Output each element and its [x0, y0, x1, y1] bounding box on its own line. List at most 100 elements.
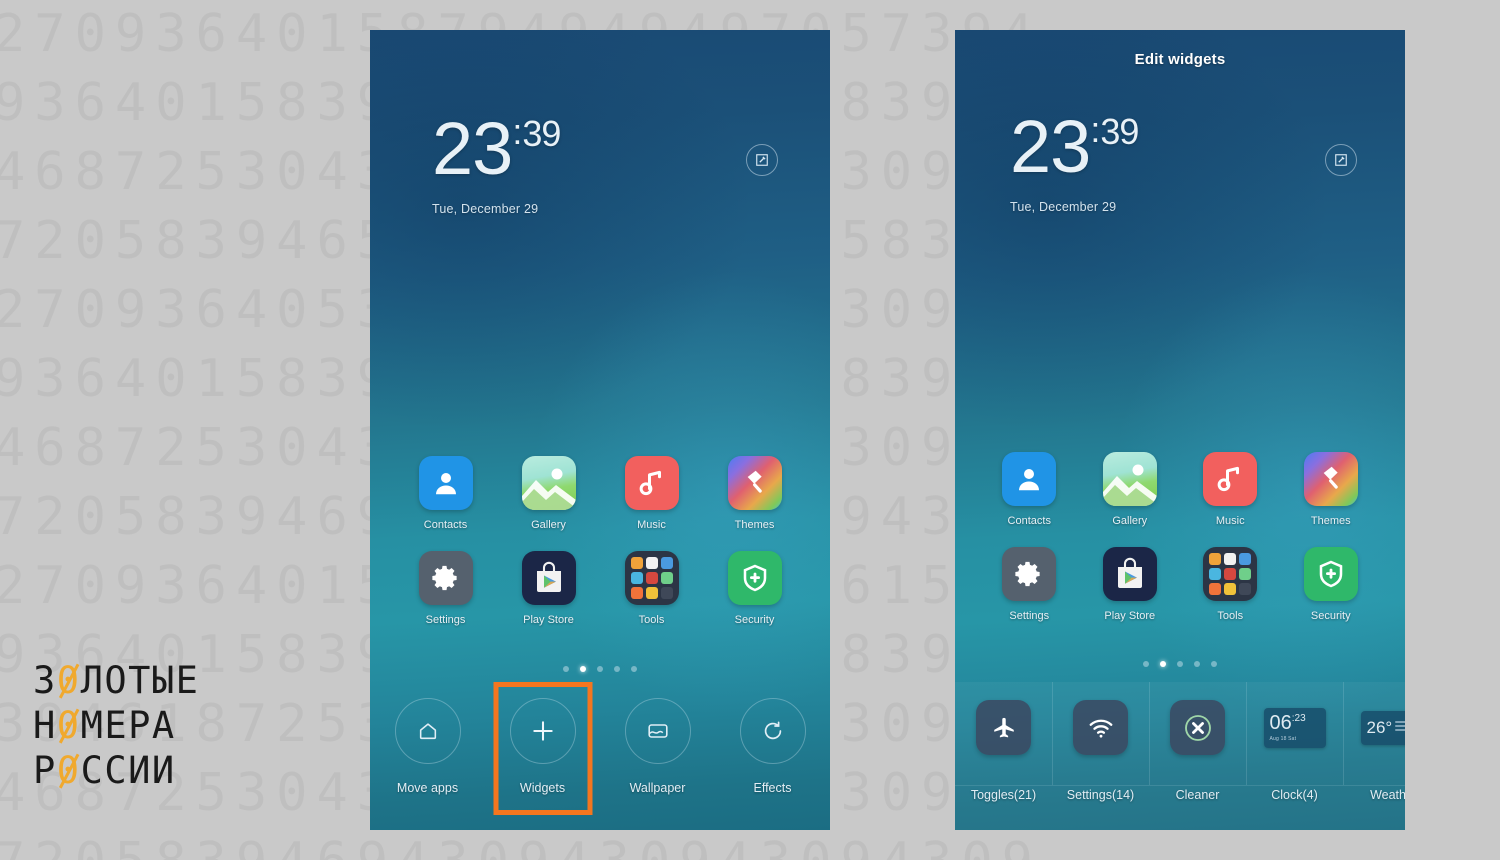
- security-shield-icon: [727, 551, 782, 605]
- widget-tray-item-cleaner[interactable]: Cleaner: [1149, 682, 1246, 830]
- close-circle-icon: [1170, 700, 1225, 755]
- app-icon-settings[interactable]: Settings: [979, 547, 1080, 622]
- watermark-line-2-suffix: МЕРА: [80, 704, 176, 747]
- watermark-line-2: Н0МЕРА: [33, 703, 199, 748]
- app-label: Music: [637, 519, 666, 531]
- app-icon-music[interactable]: Music: [1180, 452, 1281, 527]
- app-label: Settings: [1009, 610, 1050, 622]
- page-dot[interactable]: [631, 666, 637, 672]
- edit-bar-label: Widgets: [519, 781, 566, 795]
- right-app-grid: Contacts Gallery Music Themes Settings P…: [955, 452, 1405, 622]
- right-clock-date: Tue, December 29: [1010, 200, 1117, 214]
- clock-preview-date: Aug 18 Sat: [1269, 736, 1297, 742]
- widget-tray-label: Weathe: [1370, 788, 1405, 802]
- edit-widgets-title: Edit widgets: [1134, 50, 1226, 68]
- app-label: Gallery: [1112, 515, 1148, 527]
- weather-widget-preview: 26°: [1360, 710, 1405, 745]
- play-store-icon: [521, 551, 576, 605]
- edit-bar-item-widgets[interactable]: Widgets: [485, 682, 600, 815]
- widget-thumbnail: [1073, 699, 1128, 756]
- app-icon-security[interactable]: Security: [1281, 547, 1382, 622]
- clock-preview-minutes: :23: [1291, 713, 1306, 724]
- themes-icon: [1303, 452, 1358, 506]
- contacts-icon: [1002, 452, 1057, 506]
- app-label: Security: [1310, 610, 1351, 622]
- airplane-icon: [976, 700, 1031, 755]
- watermark-line-1-suffix: ЛОТЫЕ: [80, 659, 200, 702]
- widget-tray-item-clock4[interactable]: 06 :23 Aug 18 Sat Clock(4): [1246, 682, 1343, 830]
- screenshot-canvas: 2709364015879494949705739493640158394615…: [0, 0, 1500, 860]
- app-icon-tools[interactable]: Tools: [1180, 547, 1281, 622]
- page-dot[interactable]: [580, 666, 586, 672]
- widget-thumbnail: [976, 699, 1031, 756]
- app-icon-gallery[interactable]: Gallery: [497, 456, 600, 531]
- edit-square-icon[interactable]: [1325, 144, 1357, 176]
- edit-square-icon[interactable]: [746, 144, 778, 176]
- left-app-grid: Contacts Gallery Music Themes Settings P…: [370, 456, 830, 626]
- widget-thumbnail: 06 :23 Aug 18 Sat: [1263, 699, 1326, 756]
- background-digit-row: 72058394694309430943094309: [0, 828, 1500, 860]
- app-icon-tools[interactable]: Tools: [600, 551, 703, 626]
- page-dot[interactable]: [563, 666, 569, 672]
- app-icon-security[interactable]: Security: [703, 551, 806, 626]
- widget-picker-tray: Toggles(21) Settings(14) Cleaner 06 :23 …: [955, 682, 1405, 830]
- app-icon-contacts[interactable]: Contacts: [979, 452, 1080, 527]
- tools-folder-icon: [1203, 547, 1258, 601]
- home-icon: [394, 698, 461, 764]
- widget-tray-item-settings14[interactable]: Settings(14): [1052, 682, 1149, 830]
- app-icon-play-store[interactable]: Play Store: [1080, 547, 1181, 622]
- refresh-icon: [739, 698, 806, 764]
- app-label: Themes: [1310, 515, 1351, 527]
- left-phone-screenshot: 23 : 39 Tue, December 29 Contacts Galler…: [370, 30, 830, 830]
- page-dot[interactable]: [614, 666, 620, 672]
- wifi-icon: [1073, 700, 1128, 755]
- app-label: Play Store: [523, 614, 574, 626]
- gallery-icon: [521, 456, 576, 510]
- gallery-icon: [1102, 452, 1157, 506]
- edit-bar-item-wallpaper[interactable]: Wallpaper: [600, 698, 715, 795]
- app-icon-contacts[interactable]: Contacts: [394, 456, 497, 531]
- app-label: Security: [734, 614, 775, 626]
- page-dot[interactable]: [1160, 661, 1166, 667]
- app-icon-music[interactable]: Music: [600, 456, 703, 531]
- app-label: Music: [1215, 515, 1245, 527]
- edit-bar-item-move-apps[interactable]: Move apps: [370, 698, 485, 795]
- widget-tray-item-toggles21[interactable]: Toggles(21): [955, 682, 1052, 830]
- app-label: Themes: [734, 519, 775, 531]
- app-icon-themes[interactable]: Themes: [703, 456, 806, 531]
- page-dot[interactable]: [597, 666, 603, 672]
- app-icon-play-store[interactable]: Play Store: [497, 551, 600, 626]
- contacts-icon: [418, 456, 473, 510]
- page-dot[interactable]: [1143, 661, 1149, 667]
- edit-bar-item-effects[interactable]: Effects: [715, 698, 830, 795]
- right-clock-colon: :: [1090, 109, 1100, 150]
- page-dot[interactable]: [1177, 661, 1183, 667]
- left-page-indicator[interactable]: [370, 666, 830, 672]
- app-label: Tools: [1217, 610, 1244, 622]
- right-clock-widget[interactable]: 23 : 39 Tue, December 29: [955, 110, 1405, 214]
- app-icon-settings[interactable]: Settings: [394, 551, 497, 626]
- play-store-icon: [1102, 547, 1157, 601]
- edit-bar-label: Effects: [753, 781, 792, 795]
- app-icon-themes[interactable]: Themes: [1281, 452, 1382, 527]
- right-phone-screenshot: Edit widgets 23 : 39 Tue, December 29 Co…: [955, 30, 1405, 830]
- widget-thumbnail: 26°: [1360, 699, 1405, 756]
- page-dot[interactable]: [1211, 661, 1217, 667]
- watermark-line-2-prefix: Н: [33, 704, 57, 747]
- left-clock-widget[interactable]: 23 : 39 Tue, December 29: [370, 112, 830, 216]
- watermark-line-3-prefix: Р: [33, 749, 57, 792]
- watermark-logo: З0ЛОТЫЕ Н0МЕРА Р0ССИИ: [33, 658, 199, 793]
- page-dot[interactable]: [1194, 661, 1200, 667]
- left-clock-hours: 23: [432, 107, 513, 190]
- edit-bar-label: Wallpaper: [629, 781, 686, 795]
- music-icon: [1203, 452, 1258, 506]
- widget-tray-label: Toggles(21): [970, 788, 1037, 802]
- clock-preview-hours: 06: [1269, 712, 1292, 734]
- widget-tray-item-weathe[interactable]: 26° Weathe: [1343, 682, 1405, 830]
- right-page-indicator[interactable]: [955, 661, 1405, 667]
- watermark-line-1: З0ЛОТЫЕ: [33, 658, 199, 703]
- app-label: Play Store: [1104, 610, 1156, 622]
- widget-tray-label: Cleaner: [1175, 788, 1220, 802]
- app-icon-gallery[interactable]: Gallery: [1080, 452, 1181, 527]
- weather-preview-meta: [1395, 721, 1405, 731]
